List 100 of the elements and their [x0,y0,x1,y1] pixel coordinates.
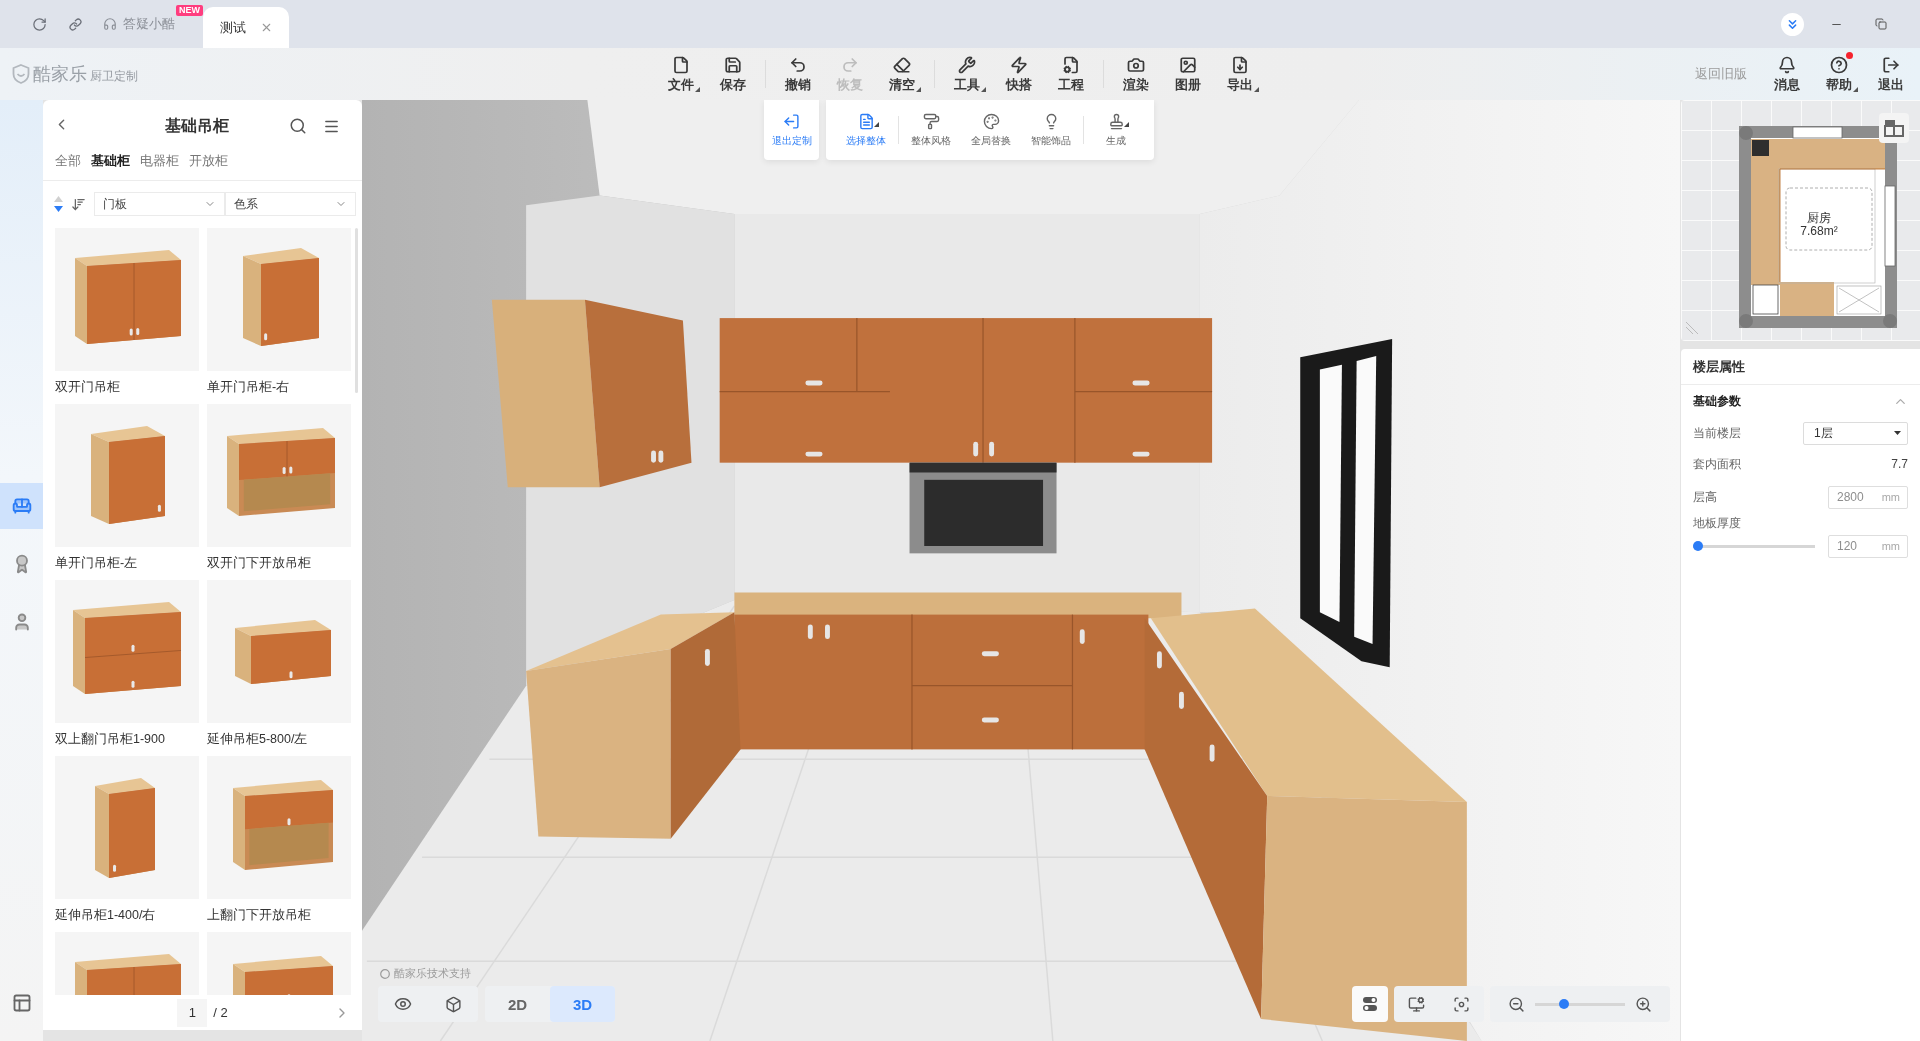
toolbar-button[interactable]: 帮助 [1813,48,1865,100]
product-name: 上翻门下开放吊柜 [207,907,312,924]
save-icon [723,56,742,74]
slider-thumb[interactable] [1559,999,1569,1009]
room-name-label: 厨房 [1807,212,1831,225]
exit-custom-button[interactable]: 退出定制 [764,100,819,160]
logout-icon [1882,56,1900,74]
bell-icon [1778,56,1796,74]
toolbar-button[interactable]: 工程 [1044,48,1097,100]
page-total: / 2 [213,1005,228,1020]
headphones-icon [103,17,117,31]
toolbar-button[interactable]: 清空 [875,48,928,100]
circle-icon [380,968,390,979]
category-tab[interactable]: 电器柜 [140,152,179,170]
filter-select[interactable]: 色系 [225,192,356,216]
search-icon[interactable] [289,117,307,135]
toolbar-button[interactable]: 导出 [1213,48,1266,100]
toolbar-button[interactable]: 工具 [940,48,993,100]
toggles-icon[interactable] [1362,996,1378,1012]
tool-button[interactable]: 生成 [1086,100,1146,160]
sort-arrows-icon[interactable] [54,196,63,212]
sort-icon[interactable] [71,196,86,212]
panel-title: 楼层属性 [1681,349,1920,385]
tool-button[interactable]: 选择整体 [836,100,896,160]
layout-icon[interactable] [11,993,32,1013]
link-icon[interactable] [69,17,82,31]
image-icon [1178,56,1197,74]
product-name: 延伸吊柜1-400/右 [55,907,157,924]
product-name: 延伸吊柜5-800/左 [207,731,309,748]
caret-down-icon [1894,431,1901,435]
toolbar-button[interactable]: 快搭 [992,48,1045,100]
view-mode-tab[interactable]: 2D [485,986,550,1022]
filter-select[interactable]: 门板 [94,192,225,216]
category-tab[interactable]: 开放柜 [189,152,228,170]
file-download-icon [1230,56,1249,74]
help-icon [1830,56,1848,74]
toolbar-button[interactable]: 退出 [1865,48,1917,100]
floor-select[interactable]: 1层 [1803,421,1908,445]
cabinet-drawing[interactable] [55,228,199,371]
cabinet-drawing[interactable] [55,756,199,899]
room-area-label: 7.68m² [1800,225,1838,238]
cabinet-drawing[interactable] [207,580,351,723]
toolbar-button[interactable]: 图册 [1161,48,1214,100]
property-label: 层高 [1693,488,1717,506]
layout-toggle-icon[interactable] [1879,113,1909,143]
product-name: 双开门下开放吊柜 [207,555,312,572]
camera-icon [1126,56,1145,74]
resize-grip-icon[interactable] [1685,321,1699,335]
product-name: 单开门吊柜-右 [207,379,291,396]
lightning-icon [1009,56,1028,74]
eye-icon[interactable] [394,995,413,1013]
file-gear-icon [1061,56,1080,74]
wrench-icon [957,56,976,74]
cabinet-drawing[interactable] [207,228,351,371]
cabinet-drawing[interactable] [55,580,199,723]
logo-wordmark: 酷家乐 [33,63,87,86]
library-title: 基础吊柜 [164,115,229,136]
category-tab[interactable]: 基础柜 [91,152,130,170]
toolbar-button[interactable]: 渲染 [1109,48,1162,100]
focus-icon[interactable] [1453,995,1470,1013]
toolbar-button[interactable]: 保存 [706,48,759,100]
document-tab[interactable]: 测试 [203,7,289,48]
cabinet-drawing[interactable] [207,404,351,547]
credit-text: 酷家乐技术支持 [394,966,471,981]
slider-thumb[interactable] [1693,541,1703,551]
toolbar-button[interactable]: 消息 [1761,48,1813,100]
cabinet-drawing[interactable] [55,404,199,547]
zoom-out-icon[interactable] [1508,995,1525,1013]
logo-icon [12,64,30,84]
stamp-icon [1107,113,1125,130]
toolbar-button[interactable]: 撤销 [771,48,824,100]
chevrons-down-icon[interactable] [1781,12,1804,36]
paint-roller-icon [922,113,940,130]
restore-icon[interactable] [1875,18,1887,30]
palette-icon [982,113,1000,130]
cabinet-drawing[interactable] [207,756,351,899]
product-name: 双开门吊柜 [55,379,121,396]
new-badge: NEW [176,5,203,16]
zoom-in-icon[interactable] [1635,995,1652,1013]
logo-subtitle: 厨卫定制 [90,67,138,85]
property-label: 当前楼层 [1693,424,1741,442]
monitor-gear-icon[interactable] [1408,995,1425,1013]
category-tab[interactable]: 全部 [55,152,81,170]
cube-icon[interactable] [444,995,462,1013]
property-value: 7.7 [1891,457,1908,471]
sofa-icon [11,496,32,516]
toolbar-button[interactable]: 文件 [654,48,707,100]
redo-arrow-icon [840,56,859,74]
section-title: 基础参数 [1693,392,1741,410]
property-label: 套内面积 [1693,455,1741,473]
property-label: 地板厚度 [1693,515,1742,532]
page-input[interactable]: 1 [177,998,208,1027]
refresh-icon[interactable] [32,16,47,32]
eraser-icon [892,56,911,74]
tool-button[interactable]: 智能饰品 [1021,100,1081,160]
file-icon [671,56,690,74]
document-list-icon [857,113,875,130]
tool-button[interactable]: 全局替换 [961,100,1021,160]
product-name: 单开门吊柜-左 [55,555,139,572]
tool-button[interactable]: 整体风格 [901,100,961,160]
